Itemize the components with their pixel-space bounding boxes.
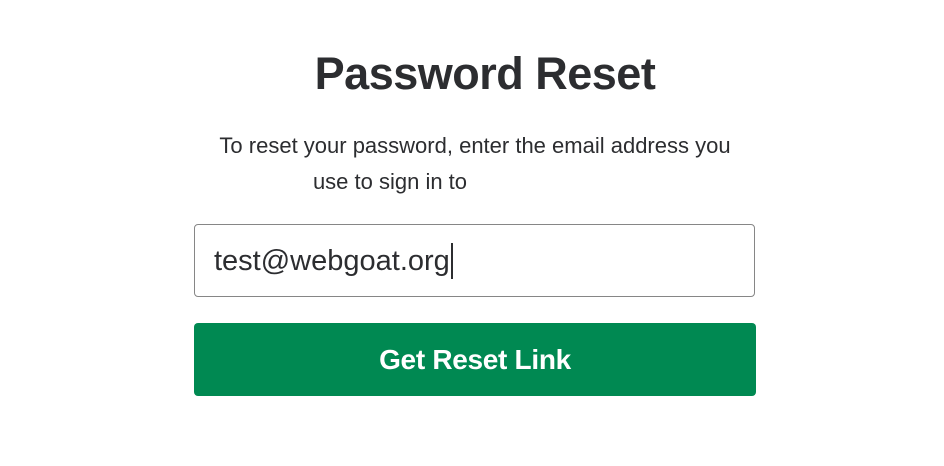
get-reset-link-button[interactable]: Get Reset Link [194,323,756,396]
page-title: Password Reset [314,48,656,99]
reset-instructions: To reset your password, enter the email … [190,128,760,200]
instructions-line-2: use to sign in to [312,169,468,194]
email-input-value: test@webgoat.org [214,244,450,277]
email-input[interactable]: test@webgoat.org [194,224,755,297]
instructions-line-1: To reset your password, enter the email … [219,133,731,158]
text-caret [450,242,453,279]
password-reset-page: Password Reset To reset your password, e… [0,0,944,466]
